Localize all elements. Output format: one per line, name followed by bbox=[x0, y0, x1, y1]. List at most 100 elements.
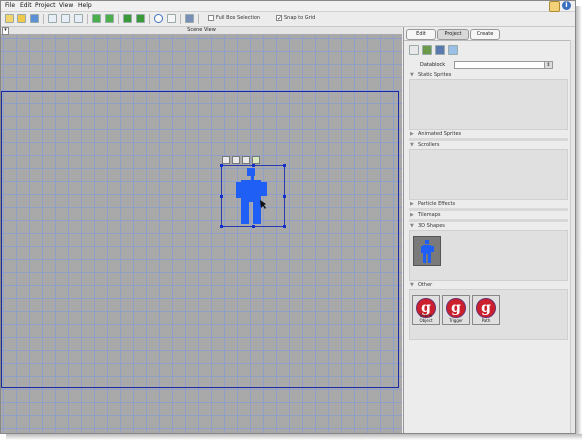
resize-handle[interactable] bbox=[220, 225, 223, 228]
tile-label: Trigger bbox=[449, 318, 463, 323]
toolbar-separator bbox=[43, 14, 44, 24]
toolbar-separator bbox=[118, 14, 119, 24]
section-title: Other bbox=[418, 282, 433, 288]
toolbar-separator bbox=[198, 14, 199, 24]
torque-logo-icon: g bbox=[476, 298, 496, 318]
page-icon[interactable] bbox=[409, 45, 419, 55]
scene-object-tile[interactable]: g Scene Object bbox=[412, 295, 440, 325]
selected-object-bounds[interactable] bbox=[221, 165, 285, 227]
section-title: Animated Sprites bbox=[418, 131, 462, 137]
section-title: 3D Shapes bbox=[418, 223, 445, 229]
resize-handle[interactable] bbox=[220, 164, 223, 167]
window-shadow-right bbox=[576, 6, 582, 436]
scene-view: ▾ Scene View bbox=[1, 27, 402, 433]
dropdown-arrow-icon: ⇕ bbox=[544, 62, 552, 68]
scene-menu-icon[interactable]: ▾ bbox=[2, 27, 9, 35]
mail-icon[interactable] bbox=[549, 1, 560, 12]
scale-gizmo-icon[interactable] bbox=[222, 156, 230, 164]
folder-green-icon[interactable] bbox=[123, 14, 132, 23]
resize-handle[interactable] bbox=[283, 195, 286, 198]
expanded-triangle-icon: ▼ bbox=[410, 142, 414, 148]
toolbar: Full Box Selection ✓ Snap to Grid bbox=[1, 12, 575, 27]
tab-edit[interactable]: Edit bbox=[406, 29, 436, 40]
tilemaps-bar bbox=[409, 219, 568, 222]
robot-shape-icon bbox=[236, 168, 267, 224]
new-file-icon[interactable] bbox=[5, 14, 14, 23]
resize-handle[interactable] bbox=[252, 225, 255, 228]
resize-handle[interactable] bbox=[283, 164, 286, 167]
section-particle-effects[interactable]: ▶ Particle Effects bbox=[410, 201, 570, 207]
section-static-sprites[interactable]: ▼ Static Sprites bbox=[410, 72, 570, 78]
other-body: g Scene Object g Trigger g Path bbox=[409, 289, 568, 340]
paste-icon[interactable] bbox=[74, 14, 83, 23]
undo-icon[interactable] bbox=[92, 14, 101, 23]
folder-export-icon[interactable] bbox=[136, 14, 145, 23]
menu-help[interactable]: Help bbox=[78, 2, 92, 9]
menu-view[interactable]: View bbox=[59, 2, 73, 9]
robot-thumbnail-icon bbox=[421, 240, 434, 263]
resize-handle[interactable] bbox=[283, 225, 286, 228]
full-box-selection-checkbox[interactable] bbox=[208, 15, 214, 21]
static-sprites-body bbox=[409, 79, 568, 130]
pointer-icon[interactable] bbox=[167, 14, 176, 23]
layers-icon[interactable] bbox=[448, 45, 458, 55]
shape-thumbnail[interactable] bbox=[413, 236, 441, 266]
save-icon[interactable] bbox=[30, 14, 39, 23]
copy-icon[interactable] bbox=[61, 14, 70, 23]
tab-create[interactable]: Create bbox=[470, 29, 500, 40]
toolbar-separator bbox=[180, 14, 181, 24]
tab-divider bbox=[404, 40, 575, 41]
cut-icon[interactable] bbox=[48, 14, 57, 23]
section-3d-shapes[interactable]: ▼ 3D Shapes bbox=[410, 223, 570, 229]
path-tile[interactable]: g Path bbox=[472, 295, 500, 325]
tile-label: Scene Object bbox=[419, 313, 433, 323]
tile-label: Path bbox=[481, 318, 491, 323]
toolbar-separator bbox=[149, 14, 150, 24]
section-title: Tilemaps bbox=[418, 212, 441, 218]
section-animated-sprites[interactable]: ▶ Animated Sprites bbox=[410, 131, 570, 137]
image-icon[interactable] bbox=[422, 45, 432, 55]
section-title: Particle Effects bbox=[418, 201, 456, 207]
datablock-select[interactable]: ⇕ bbox=[454, 61, 553, 69]
expanded-triangle-icon: ▼ bbox=[410, 72, 414, 78]
trigger-tile[interactable]: g Trigger bbox=[442, 295, 470, 325]
play-icon[interactable] bbox=[154, 14, 163, 23]
edit-gizmo-icon[interactable] bbox=[252, 156, 260, 164]
tab-project[interactable]: Project bbox=[437, 29, 469, 40]
window-shadow-bottom bbox=[6, 434, 582, 440]
torque-logo-icon: g bbox=[446, 298, 466, 318]
section-tilemaps[interactable]: ▶ Tilemaps bbox=[410, 212, 570, 218]
scrollers-body bbox=[409, 149, 568, 200]
3d-shapes-body bbox=[409, 230, 568, 281]
animated-sprites-bar bbox=[409, 138, 568, 141]
collapsed-triangle-icon: ▶ bbox=[410, 212, 414, 218]
menu-file[interactable]: File bbox=[5, 2, 15, 9]
move-gizmo-icon[interactable] bbox=[232, 156, 240, 164]
collapsed-triangle-icon: ▶ bbox=[410, 131, 414, 137]
snap-to-grid-label: Snap to Grid bbox=[284, 15, 316, 21]
panel-scrollbar[interactable] bbox=[570, 40, 575, 433]
collapsed-triangle-icon: ▶ bbox=[410, 201, 414, 207]
menu-edit[interactable]: Edit bbox=[20, 2, 32, 9]
rotate-gizmo-icon[interactable] bbox=[242, 156, 250, 164]
menu-project[interactable]: Project bbox=[35, 2, 56, 9]
section-title: Scrollers bbox=[418, 142, 440, 148]
snap-to-grid-checkbox[interactable]: ✓ bbox=[276, 15, 282, 22]
open-folder-icon[interactable] bbox=[17, 14, 26, 23]
redo-icon[interactable] bbox=[105, 14, 114, 23]
grid-image-icon[interactable] bbox=[435, 45, 445, 55]
particle-effects-bar bbox=[409, 208, 568, 211]
project-panel: Edit Project Create Datablock ⇕ ▼ Static … bbox=[403, 27, 575, 433]
info-icon[interactable]: i bbox=[562, 1, 571, 10]
app-window: File Edit Project View Help i Full Box S… bbox=[0, 0, 576, 434]
scene-grid[interactable] bbox=[1, 35, 402, 433]
resize-handle[interactable] bbox=[252, 164, 255, 167]
resize-handle[interactable] bbox=[220, 195, 223, 198]
section-scrollers[interactable]: ▼ Scrollers bbox=[410, 142, 570, 148]
full-box-selection-label: Full Box Selection bbox=[216, 15, 261, 21]
menu-bar: File Edit Project View Help i bbox=[1, 1, 575, 12]
screen-icon[interactable] bbox=[185, 14, 194, 23]
datablock-label: Datablock bbox=[420, 62, 446, 68]
section-other[interactable]: ▼ Other bbox=[410, 282, 570, 288]
scene-view-title: Scene View bbox=[187, 27, 216, 33]
